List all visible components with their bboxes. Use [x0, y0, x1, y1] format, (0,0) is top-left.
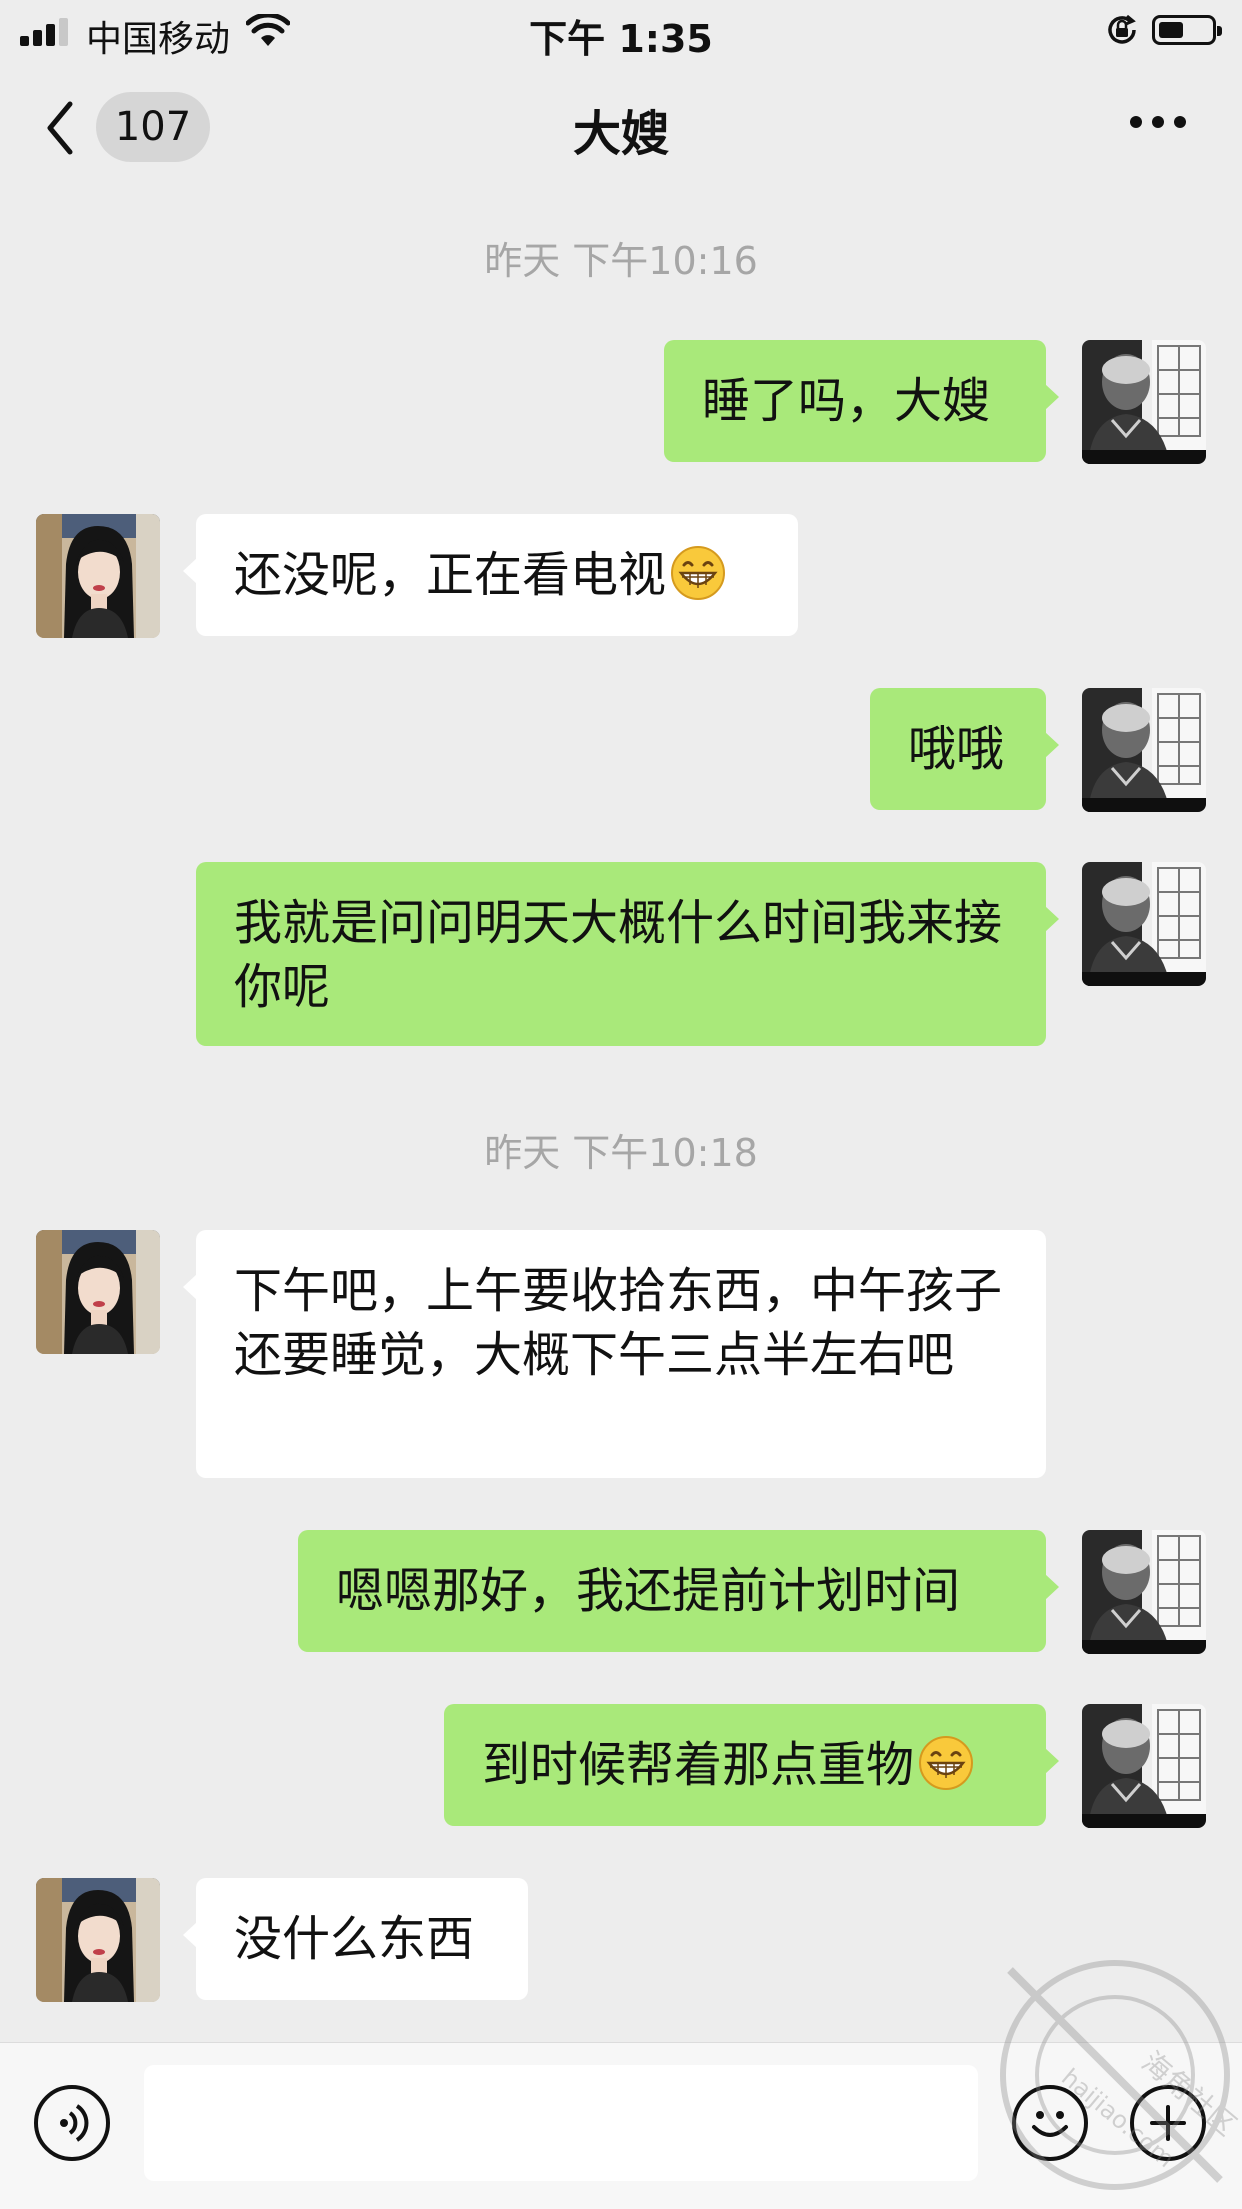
message-bubble-sent[interactable]: 嗯嗯那好，我还提前计划时间: [298, 1530, 1059, 1652]
battery-icon: [1152, 15, 1222, 45]
message-bubble-received[interactable]: 还没呢，正在看电视: [183, 514, 798, 636]
timestamp: 昨天 下午10:18: [484, 1131, 758, 1175]
timestamp: 昨天 下午10:16: [484, 239, 758, 283]
message-text: 到时候帮着那点重物: [482, 1737, 915, 1793]
more-icon[interactable]: [1130, 116, 1186, 128]
status-bar: 中国移动 下午 1:35: [0, 0, 1242, 61]
message-bubble-received[interactable]: 下午吧，上午要收拾东西，中午孩子还要睡觉，大概下午三点半左右吧: [183, 1230, 1046, 1478]
message-bubble-sent[interactable]: 我就是问问明天大概什么时间我来接你呢: [196, 862, 1059, 1046]
message-bubble-sent[interactable]: 哦哦: [870, 688, 1059, 810]
message-text: 还没呢，正在看电视: [234, 547, 667, 603]
grinning-face-emoji-icon: [918, 1735, 974, 1791]
my-avatar[interactable]: [1082, 1704, 1206, 1828]
contact-avatar[interactable]: [36, 1878, 160, 2002]
my-avatar[interactable]: [1082, 688, 1206, 812]
voice-icon[interactable]: [34, 2085, 110, 2161]
my-avatar[interactable]: [1082, 862, 1206, 986]
contact-avatar[interactable]: [36, 514, 160, 638]
message-bubble-received[interactable]: 没什么东西: [183, 1878, 528, 2000]
my-avatar[interactable]: [1082, 340, 1206, 464]
message-text: 睡了吗，大嫂: [702, 373, 991, 429]
chat-title: 大嫂: [572, 106, 669, 162]
message-text: 没什么东西: [234, 1911, 475, 1967]
message-bubble-sent[interactable]: 到时候帮着那点重物: [444, 1704, 1059, 1826]
chat-header: 107 大嫂: [0, 80, 1242, 170]
clock: 下午 1:35: [529, 17, 713, 61]
contact-avatar[interactable]: [36, 1230, 160, 1354]
watermark-logo: 海角社区 haijiao.com: [1000, 1960, 1240, 2190]
grinning-face-emoji-icon: [670, 545, 726, 601]
message-text: 嗯嗯那好，我还提前计划时间: [336, 1563, 961, 1619]
rotation-lock-icon: [1108, 14, 1136, 44]
message-text: 下午吧，上午要收拾东西，中午孩子还要睡觉，大概下午三点半左右吧: [234, 1263, 1003, 1383]
message-text: 我就是问问明天大概什么时间我来接你呢: [234, 895, 1003, 1015]
message-input[interactable]: [144, 2065, 978, 2181]
my-avatar[interactable]: [1082, 1530, 1206, 1654]
message-bubble-sent[interactable]: 睡了吗，大嫂: [664, 340, 1059, 462]
message-text: 哦哦: [908, 721, 1005, 777]
